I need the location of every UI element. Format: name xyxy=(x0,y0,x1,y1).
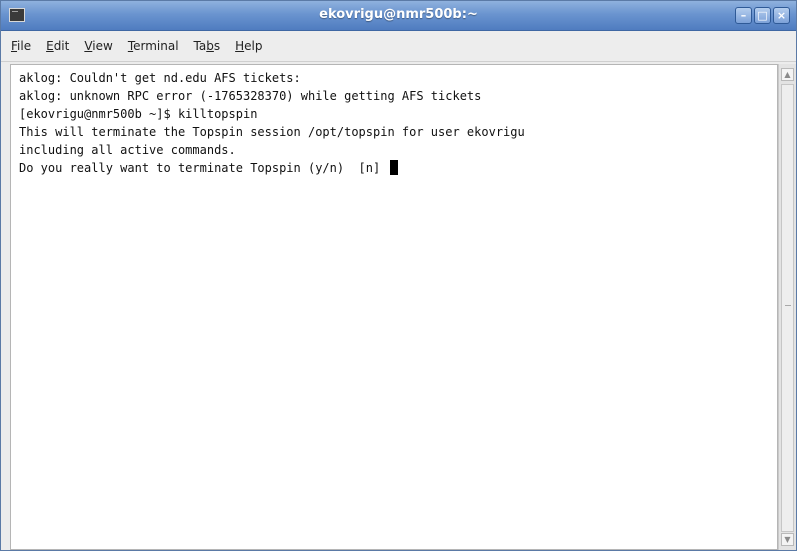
menu-file-label: ile xyxy=(17,39,32,53)
maximize-button[interactable]: □ xyxy=(754,7,771,24)
vertical-scrollbar[interactable]: ▲ ▼ xyxy=(778,64,796,550)
menu-file[interactable]: File xyxy=(11,39,31,53)
window-controls: – □ × xyxy=(735,7,790,24)
menu-help-mnemonic: H xyxy=(235,39,245,53)
scroll-grip-icon xyxy=(785,305,791,306)
menu-help-label: elp xyxy=(244,39,263,53)
window-title: ekovrigu@nmr500b:~ xyxy=(319,7,478,22)
close-button[interactable]: × xyxy=(773,7,790,24)
menu-view-label: iew xyxy=(92,39,113,53)
menu-help[interactable]: Help xyxy=(235,39,262,53)
minimize-button[interactable]: – xyxy=(735,7,752,24)
scroll-thumb[interactable] xyxy=(781,84,794,532)
prompt-text: Do you really want to terminate Topspin … xyxy=(19,161,381,175)
menu-view[interactable]: View xyxy=(84,39,112,53)
menu-edit-label: dit xyxy=(53,39,70,53)
menu-bar: File Edit View Terminal Tabs Help xyxy=(1,31,796,62)
menu-tabs[interactable]: Tabs xyxy=(194,39,221,53)
terminal-line: including all active commands. xyxy=(19,143,236,157)
terminal-window: ekovrigu@nmr500b:~ – □ × File Edit View … xyxy=(0,0,797,551)
terminal-line: aklog: Couldn't get nd.edu AFS tickets: xyxy=(19,71,301,85)
text-cursor xyxy=(390,160,399,175)
title-bar[interactable]: ekovrigu@nmr500b:~ – □ × xyxy=(1,1,796,31)
menu-terminal-label: erminal xyxy=(133,39,179,53)
scroll-up-arrow-icon[interactable]: ▲ xyxy=(781,68,794,81)
terminal-output[interactable]: aklog: Couldn't get nd.edu AFS tickets: … xyxy=(10,64,778,550)
menu-terminal[interactable]: Terminal xyxy=(128,39,179,53)
terminal-prompt-line: Do you really want to terminate Topspin … xyxy=(19,159,777,177)
scroll-down-arrow-icon[interactable]: ▼ xyxy=(781,533,794,546)
terminal-line: This will terminate the Topspin session … xyxy=(19,125,525,139)
menu-tabs-prefix: Ta xyxy=(193,39,207,53)
menu-edit[interactable]: Edit xyxy=(46,39,69,53)
menu-edit-mnemonic: E xyxy=(46,39,54,53)
terminal-line: aklog: unknown RPC error (-1765328370) w… xyxy=(19,89,482,103)
menu-tabs-mnemonic: b xyxy=(206,39,214,53)
menu-tabs-label: s xyxy=(213,39,221,53)
terminal-line: [ekovrigu@nmr500b ~]$ killtopspin xyxy=(19,107,258,121)
